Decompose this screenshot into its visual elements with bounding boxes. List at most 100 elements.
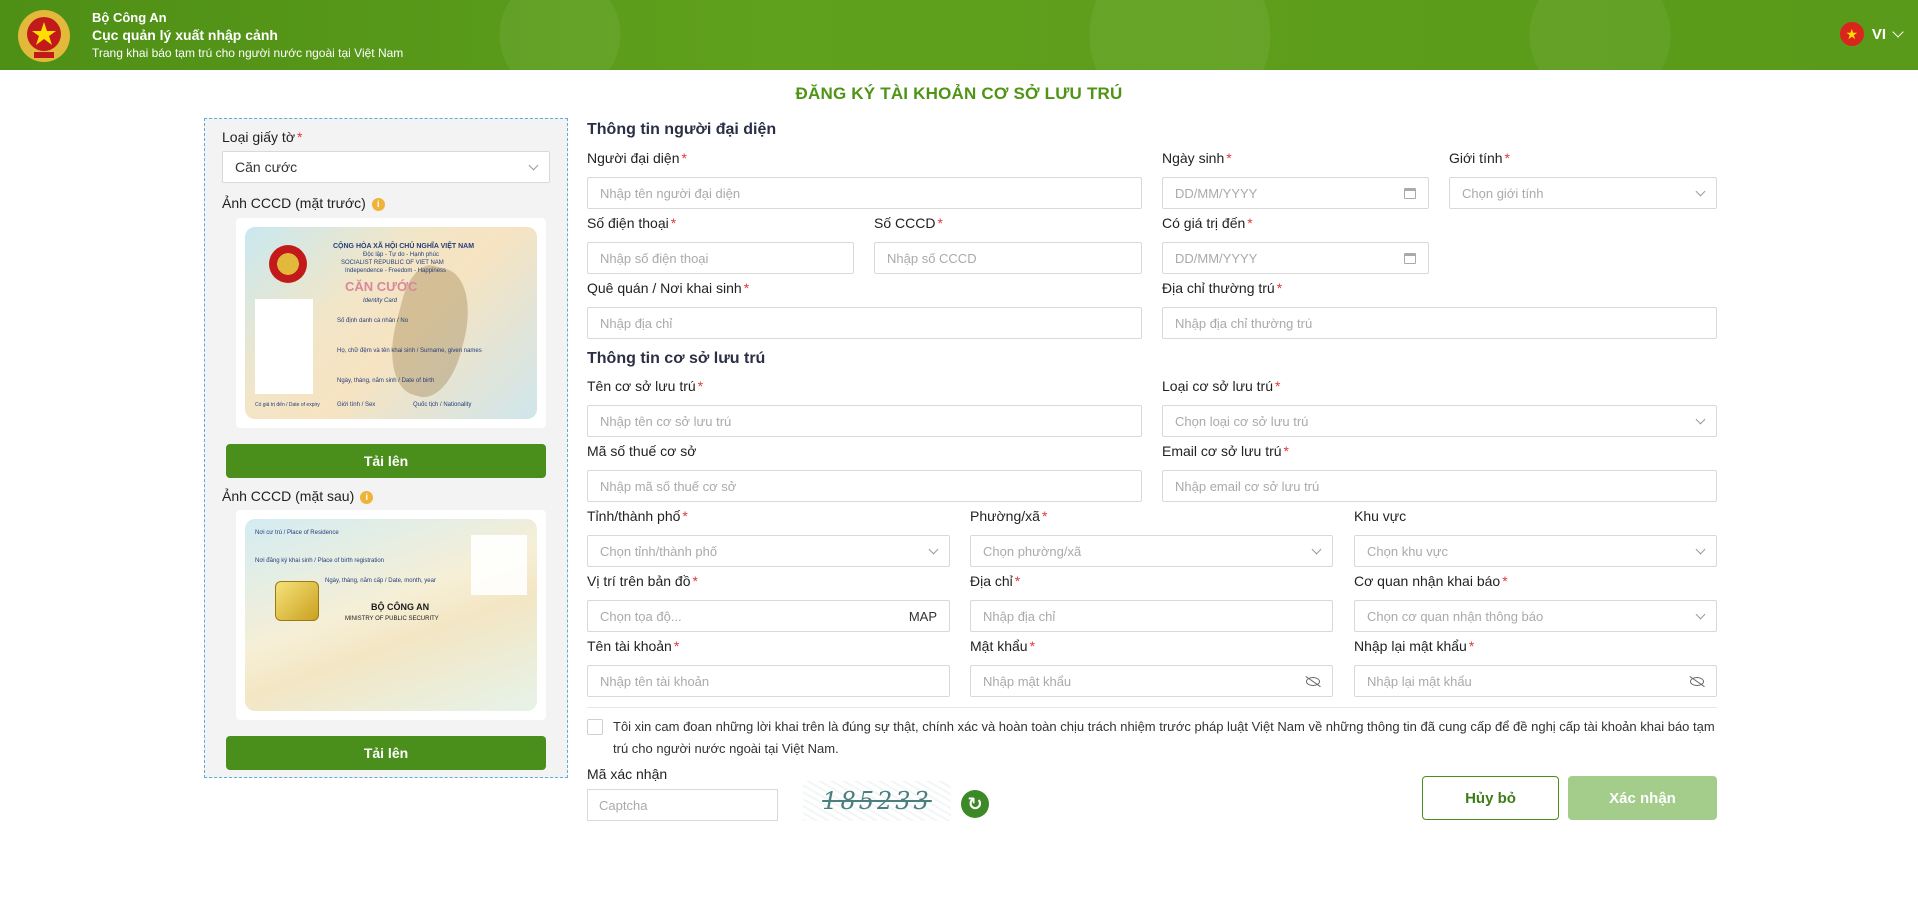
back-image-preview[interactable]: Nơi cư trú / Place of Residence Nơi đăng… <box>236 510 546 720</box>
info-icon[interactable]: i <box>371 197 385 211</box>
agency-field: Cơ quan nhận khai báo * Chọn cơ quan nhận… <box>1354 573 1717 632</box>
org-line-2: Cục quản lý xuất nhập cảnh <box>92 27 278 43</box>
confirm-button[interactable]: Xác nhận <box>1568 776 1717 820</box>
doc-type-label: Loại giấy tờ * <box>222 129 303 145</box>
org-line-1: Bộ Công An <box>92 10 167 25</box>
map-location-field: Vị trí trên bản đồ * Chọn tọa độ... MAP <box>587 573 950 632</box>
captcha-image: 185233 <box>803 781 951 821</box>
card-title: CĂN CƯỚC <box>345 279 418 294</box>
representative-name-input[interactable]: Nhập tên người đại diện <box>587 177 1142 209</box>
card-text: Quốc tịch / Nationality <box>413 402 472 408</box>
map-location-input[interactable]: Chọn tọa độ... MAP <box>587 600 950 632</box>
card-text: MINISTRY OF PUBLIC SECURITY <box>345 616 439 622</box>
chevron-down-icon <box>1695 609 1706 619</box>
email-field: Email cơ sở lưu trú * Nhập email cơ sở lư… <box>1162 443 1717 502</box>
id-card-front-sample: CỘNG HÒA XÃ HỘI CHỦ NGHĨA VIỆT NAM Độc l… <box>245 227 537 419</box>
area-select[interactable]: Chọn khu vực <box>1354 535 1717 567</box>
tax-code-input[interactable]: Nhập mã số thuế cơ sở <box>587 470 1142 502</box>
card-text: Ngày, tháng, năm sinh / Date of birth <box>337 378 435 384</box>
info-icon[interactable]: i <box>360 490 374 504</box>
field-label: Địa chỉ thường trú * <box>1162 280 1283 296</box>
card-fingerprint-area <box>471 535 527 595</box>
field-label: Khu vực <box>1354 508 1407 524</box>
accommodation-name-field: Tên cơ sở lưu trú * Nhập tên cơ sở lưu tr… <box>587 378 1142 437</box>
field-label: Có giá trị đến * <box>1162 215 1253 231</box>
address-field: Địa chỉ * Nhập địa chỉ <box>970 573 1333 632</box>
card-text: CỘNG HÒA XÃ HỘI CHỦ NGHĨA VIỆT NAM <box>333 243 475 250</box>
residence-field: Địa chỉ thường trú * Nhập địa chỉ thường … <box>1162 280 1717 339</box>
province-select[interactable]: Chọn tỉnh/thành phố <box>587 535 950 567</box>
card-text: BỘ CÔNG AN <box>371 602 430 612</box>
front-image-preview[interactable]: CỘNG HÒA XÃ HỘI CHỦ NGHĨA VIỆT NAM Độc l… <box>236 218 546 428</box>
police-emblem-logo <box>18 10 70 62</box>
card-text: Nơi cư trú / Place of Residence <box>255 530 339 536</box>
card-text: Số định danh cá nhân / No <box>337 318 409 324</box>
expiry-field: Có giá trị đến * DD/MM/YYYY <box>1162 215 1429 274</box>
field-label: Loại cơ sở lưu trú * <box>1162 378 1281 394</box>
username-field: Tên tài khoản * Nhập tên tài khoản <box>587 638 950 697</box>
card-photo-area <box>255 299 313 394</box>
eye-slash-icon[interactable] <box>1690 676 1704 686</box>
calendar-icon <box>1404 187 1416 199</box>
accommodation-type-select[interactable]: Chọn loại cơ sở lưu trú <box>1162 405 1717 437</box>
residence-input[interactable]: Nhập địa chỉ thường trú <box>1162 307 1717 339</box>
agency-select[interactable]: Chọn cơ quan nhận thông báo <box>1354 600 1717 632</box>
password-input[interactable]: Nhập mật khẩu <box>970 665 1333 697</box>
chevron-down-icon <box>1695 544 1706 554</box>
consent-checkbox[interactable] <box>587 719 603 735</box>
ward-select[interactable]: Chọn phường/xã <box>970 535 1333 567</box>
field-label: Mã số thuế cơ sở <box>587 443 697 459</box>
field-label: Địa chỉ * <box>970 573 1021 589</box>
cccd-input[interactable]: Nhập số CCCD <box>874 242 1142 274</box>
top-header: Bộ Công An Cục quản lý xuất nhập cảnh Tr… <box>0 0 1918 70</box>
consent-text: Tôi xin cam đoan những lời khai trên là … <box>613 719 1715 756</box>
refresh-captcha-icon[interactable]: ↻ <box>961 790 989 818</box>
card-text: Identity Card <box>363 298 398 304</box>
username-input[interactable]: Nhập tên tài khoản <box>587 665 950 697</box>
accommodation-type-field: Loại cơ sở lưu trú * Chọn loại cơ sở lưu … <box>1162 378 1717 437</box>
doc-type-select[interactable]: Căn cước <box>222 151 550 183</box>
eye-slash-icon[interactable] <box>1306 676 1320 686</box>
calendar-icon <box>1404 252 1416 264</box>
accommodation-section-title: Thông tin cơ sở lưu trú <box>587 350 766 367</box>
upload-back-button[interactable]: Tải lên <box>226 736 546 770</box>
captcha-input[interactable]: Captcha <box>587 789 778 821</box>
gender-select[interactable]: Chọn giới tính <box>1449 177 1717 209</box>
chevron-down-icon <box>528 160 539 170</box>
doc-type-value: Căn cước <box>235 159 298 175</box>
field-label: Email cơ sở lưu trú * <box>1162 443 1289 459</box>
map-picker-button[interactable]: MAP <box>909 609 937 624</box>
field-label: Quê quán / Nơi khai sinh * <box>587 280 750 296</box>
confirm-password-input[interactable]: Nhập lại mật khẩu <box>1354 665 1717 697</box>
dob-datepicker[interactable]: DD/MM/YYYY <box>1162 177 1429 209</box>
language-switcher[interactable]: ★ VI <box>1839 22 1904 46</box>
field-label: Ngày sinh * <box>1162 150 1232 166</box>
upload-front-button[interactable]: Tải lên <box>226 444 546 478</box>
email-input[interactable]: Nhập email cơ sở lưu trú <box>1162 470 1717 502</box>
phone-input[interactable]: Nhập số điện thoại <box>587 242 854 274</box>
card-chip-icon <box>275 581 319 621</box>
hometown-field: Quê quán / Nơi khai sinh * Nhập địa chỉ <box>587 280 1142 339</box>
gender-field: Giới tính * Chọn giới tính <box>1449 150 1717 209</box>
language-code: VI <box>1871 25 1886 43</box>
ward-field: Phường/xã * Chọn phường/xã <box>970 508 1333 567</box>
expiry-datepicker[interactable]: DD/MM/YYYY <box>1162 242 1429 274</box>
id-card-upload-panel: Loại giấy tờ * Căn cước Ảnh CCCD (mặt trư… <box>204 118 568 778</box>
card-text: Independence - Freedom - Happiness <box>345 268 447 274</box>
representative-name-field: Người đại diện * Nhập tên người đại diện <box>587 150 1142 209</box>
captcha-label: Mã xác nhận <box>587 766 668 782</box>
card-text: Ngày, tháng, năm cấp / Date, month, year <box>325 578 436 584</box>
consent-row: Tôi xin cam đoan những lời khai trên là … <box>587 716 1717 760</box>
back-image-label: Ảnh CCCD (mặt sau) i <box>222 488 374 504</box>
cancel-button[interactable]: Hủy bỏ <box>1422 776 1559 820</box>
field-label: Phường/xã * <box>970 508 1048 524</box>
field-label: Số CCCD * <box>874 215 943 231</box>
hometown-input[interactable]: Nhập địa chỉ <box>587 307 1142 339</box>
header-brand: Bộ Công An Cục quản lý xuất nhập cảnh Tr… <box>92 10 403 62</box>
card-text: Độc lập - Tự do - Hạnh phúc <box>363 252 439 258</box>
header-subtitle: Trang khai báo tạm trú cho người nước ng… <box>92 46 404 60</box>
address-input[interactable]: Nhập địa chỉ <box>970 600 1333 632</box>
field-label: Vị trí trên bản đồ * <box>587 573 698 589</box>
divider <box>587 707 1717 708</box>
accommodation-name-input[interactable]: Nhập tên cơ sở lưu trú <box>587 405 1142 437</box>
